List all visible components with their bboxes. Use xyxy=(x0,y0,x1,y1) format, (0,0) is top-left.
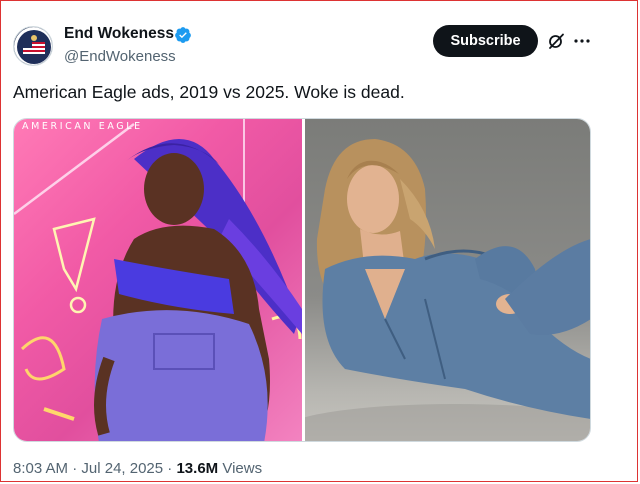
ad-photo-2019-illustration xyxy=(14,119,302,441)
more-options-icon[interactable] xyxy=(572,31,592,51)
tweet-date[interactable]: Jul 24, 2025 xyxy=(81,460,163,477)
ad-photo-2019[interactable]: AMERICAN EAGLE xyxy=(14,119,302,441)
views-label: Views xyxy=(222,460,263,477)
author-handle[interactable]: @EndWokeness xyxy=(64,48,176,65)
grok-icon[interactable] xyxy=(547,32,565,50)
tweet-time[interactable]: 8:03 AM xyxy=(13,460,68,477)
ad-photo-2025[interactable] xyxy=(305,119,590,441)
ad-photo-2025-illustration xyxy=(305,139,590,441)
separator-dot: · xyxy=(72,460,78,477)
tweet-timestamp[interactable]: 8:03 AM · Jul 24, 2025 · 13.6M Views xyxy=(13,460,262,477)
author-name[interactable]: End Wokeness xyxy=(64,25,174,43)
tweet-media[interactable]: AMERICAN EAGLE xyxy=(13,118,591,442)
american-eagle-logo: AMERICAN EAGLE xyxy=(22,121,143,132)
verified-badge-icon xyxy=(175,27,191,43)
views-count: 13.6M xyxy=(176,460,219,477)
tweet-text: American Eagle ads, 2019 vs 2025. Woke i… xyxy=(13,82,405,102)
author-avatar[interactable] xyxy=(13,26,53,66)
subscribe-button[interactable]: Subscribe xyxy=(433,25,538,57)
separator-dot: · xyxy=(167,460,173,477)
